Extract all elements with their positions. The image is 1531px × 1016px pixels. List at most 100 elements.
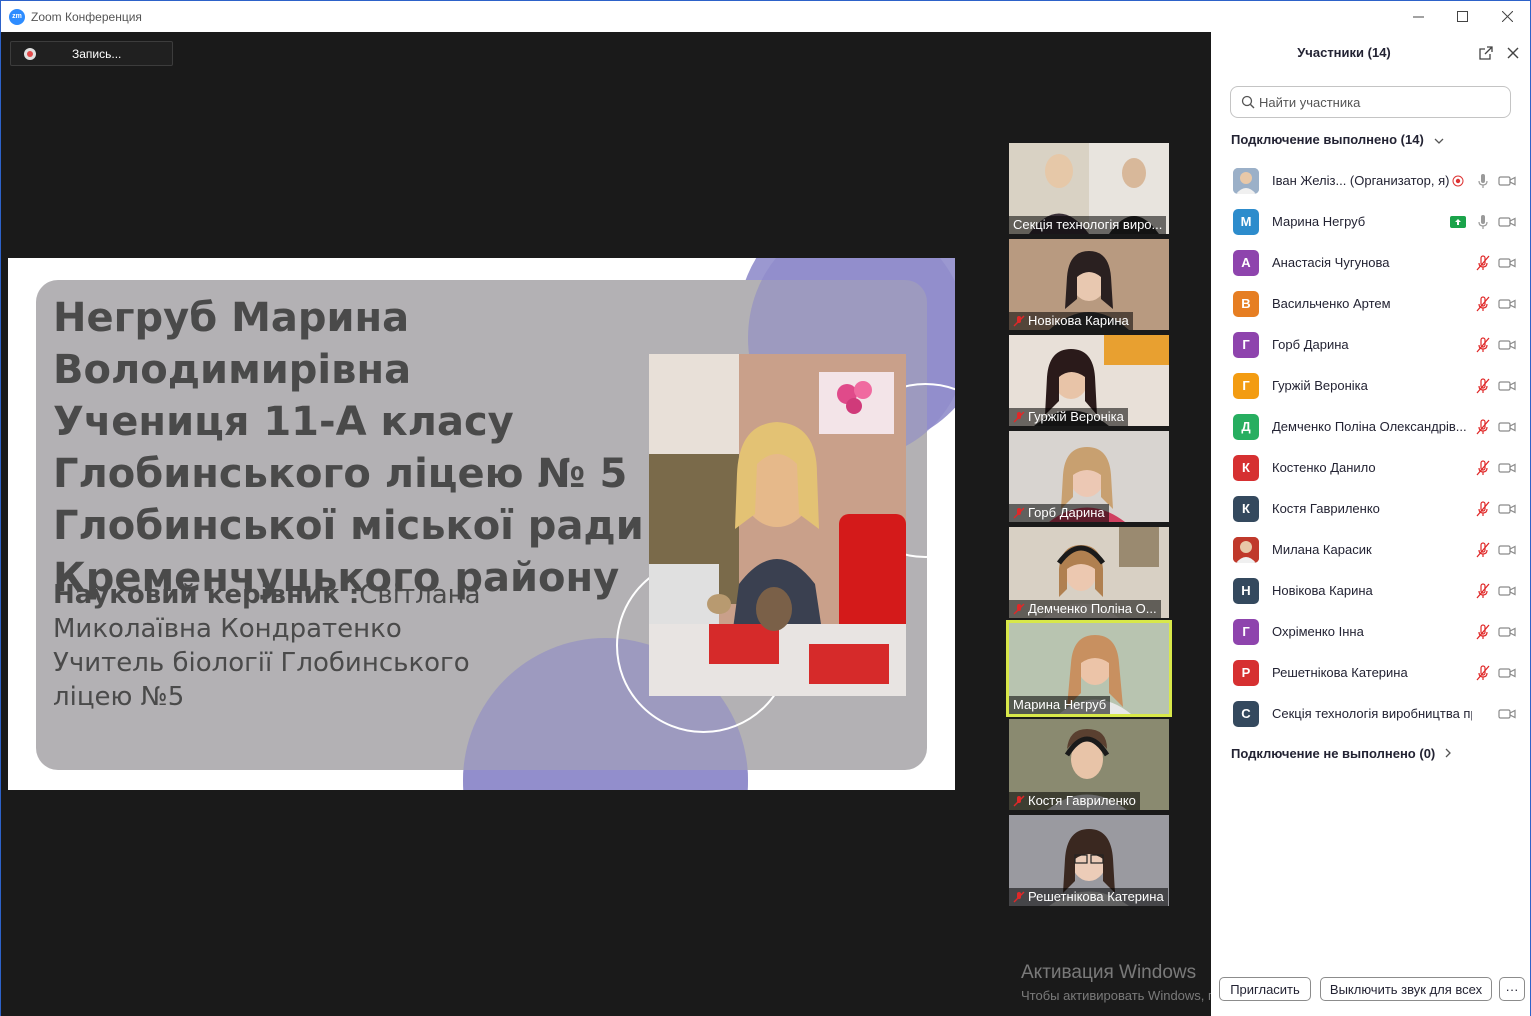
connected-header-label: Подключение выполнено (14) — [1231, 132, 1424, 147]
video-thumbnail[interactable]: Гуржій Вероніка — [1009, 335, 1169, 426]
not-connected-section-header[interactable]: Подключение не выполнено (0) — [1231, 746, 1452, 761]
zoom-logo-icon: zm — [9, 8, 25, 25]
invite-button[interactable]: Пригласить — [1219, 977, 1311, 1001]
avatar — [1233, 167, 1259, 194]
zoom-window: zm Zoom Конференция Запись... Негруб Мар… — [0, 0, 1531, 1016]
mic-icon[interactable] — [1474, 213, 1492, 231]
camera-icon[interactable] — [1498, 295, 1516, 313]
camera-icon[interactable] — [1498, 254, 1516, 272]
camera-icon[interactable] — [1498, 541, 1516, 559]
participant-name: Гуржій Вероніка — [1272, 378, 1368, 393]
camera-icon[interactable] — [1498, 172, 1516, 190]
mic-muted-icon[interactable] — [1474, 664, 1492, 682]
video-thumbnail[interactable]: Новікова Карина — [1009, 239, 1169, 330]
thumbnail-label: Костя Гавриленко — [1009, 792, 1140, 810]
camera-icon[interactable] — [1498, 705, 1516, 723]
thumbnail-label: Горб Дарина — [1009, 504, 1109, 522]
slide-supervisor: Науковий керівник :Світлана Миколаївна К… — [53, 578, 513, 714]
participant-search[interactable] — [1230, 86, 1511, 118]
panel-footer: Пригласить Выключить звук для всех ··· — [1211, 977, 1530, 1003]
participant-name: Костенко Данило — [1272, 460, 1376, 475]
participant-row[interactable]: Г Охріменко Інна — [1211, 611, 1530, 652]
participants-panel: Участники (14) Подключение выполнено (14… — [1211, 32, 1530, 1016]
mic-muted-icon[interactable] — [1474, 500, 1492, 518]
mic-muted-icon — [1013, 795, 1025, 807]
thumbnail-name: Гуржій Вероніка — [1028, 409, 1124, 424]
camera-icon[interactable] — [1498, 664, 1516, 682]
video-thumbnail[interactable]: Демченко Поліна О... — [1009, 527, 1169, 618]
mic-muted-icon[interactable] — [1474, 295, 1492, 313]
participant-row[interactable]: М Марина Негруб — [1211, 201, 1530, 242]
participant-row[interactable]: А Анастасія Чугунова — [1211, 242, 1530, 283]
mic-muted-icon[interactable] — [1474, 541, 1492, 559]
search-input[interactable] — [1259, 94, 1499, 110]
camera-icon[interactable] — [1498, 418, 1516, 436]
search-icon — [1241, 95, 1255, 109]
thumbnail-label: Решетнікова Катерина — [1009, 888, 1168, 906]
thumbnail-name: Секція технологія виро... — [1013, 217, 1163, 232]
camera-icon[interactable] — [1498, 336, 1516, 354]
participant-name: Милана Карасик — [1272, 542, 1372, 557]
mic-icon[interactable] — [1474, 172, 1492, 190]
participant-row[interactable]: Милана Карасик — [1211, 529, 1530, 570]
participant-row[interactable]: Д Демченко Поліна Олександрів... — [1211, 406, 1530, 447]
thumbnail-name: Решетнікова Катерина — [1028, 889, 1164, 904]
camera-icon[interactable] — [1498, 213, 1516, 231]
video-thumbnail[interactable]: Костя Гавриленко — [1009, 719, 1169, 810]
maximize-icon[interactable] — [1439, 1, 1485, 32]
not-connected-header-label: Подключение не выполнено (0) — [1231, 746, 1436, 761]
record-icon — [24, 47, 36, 60]
minimize-icon[interactable] — [1395, 1, 1441, 32]
recording-label: Запись... — [72, 46, 122, 61]
participant-row[interactable]: Р Решетнікова Катерина — [1211, 652, 1530, 693]
avatar: Г — [1233, 372, 1259, 399]
window-title: Zoom Конференция — [31, 9, 142, 24]
more-options-button[interactable]: ··· — [1499, 977, 1525, 1001]
participant-name: Горб Дарина — [1272, 337, 1349, 352]
avatar: А — [1233, 249, 1259, 276]
thumbnail-name: Горб Дарина — [1028, 505, 1105, 520]
participant-row[interactable]: В Васильченко Артем — [1211, 283, 1530, 324]
recording-icon — [1449, 172, 1467, 190]
shared-slide: Негруб Марина Володимирівна Учениця 11-А… — [8, 258, 955, 790]
screen-share-icon — [1449, 213, 1467, 231]
chevron-right-icon — [1445, 747, 1452, 761]
participant-row[interactable]: Г Горб Дарина — [1211, 324, 1530, 365]
recording-badge[interactable]: Запись... — [10, 41, 173, 66]
mic-muted-icon[interactable] — [1474, 254, 1492, 272]
camera-icon[interactable] — [1498, 459, 1516, 477]
participant-row[interactable]: К Костя Гавриленко — [1211, 488, 1530, 529]
thumbnail-label: Новікова Карина — [1009, 312, 1133, 330]
mic-muted-icon[interactable] — [1474, 623, 1492, 641]
connected-section-header[interactable]: Подключение выполнено (14) — [1231, 132, 1444, 147]
participant-name: Анастасія Чугунова — [1272, 255, 1390, 270]
camera-icon[interactable] — [1498, 623, 1516, 641]
participant-row[interactable]: Г Гуржій Вероніка — [1211, 365, 1530, 406]
camera-icon[interactable] — [1498, 377, 1516, 395]
mute-all-button[interactable]: Выключить звук для всех — [1320, 977, 1492, 1001]
participant-row[interactable]: Н Новікова Карина — [1211, 570, 1530, 611]
participant-row[interactable]: К Костенко Данило — [1211, 447, 1530, 488]
avatar: Н — [1233, 577, 1259, 604]
close-icon[interactable] — [1504, 44, 1522, 62]
participant-row[interactable]: С Секція технологія виробництва про... — [1211, 693, 1530, 734]
video-thumbnail[interactable]: Горб Дарина — [1009, 431, 1169, 522]
mic-muted-icon[interactable] — [1474, 582, 1492, 600]
camera-icon[interactable] — [1498, 582, 1516, 600]
participant-row[interactable]: Іван Желіз... (Организатор, я) — [1211, 160, 1530, 201]
active-speaker-thumbnail[interactable]: Марина Негруб — [1006, 620, 1172, 717]
teacher-line: Учитель біології Глобинського ліцею №5 — [53, 648, 470, 712]
heading-line: Негруб Марина Володимирівна — [53, 295, 412, 393]
mic-muted-icon[interactable] — [1474, 336, 1492, 354]
popout-icon[interactable] — [1477, 44, 1495, 62]
mic-muted-icon[interactable] — [1474, 459, 1492, 477]
mic-muted-icon[interactable] — [1474, 418, 1492, 436]
avatar: К — [1233, 495, 1259, 522]
avatar: С — [1233, 700, 1259, 727]
video-thumbnail[interactable]: Решетнікова Катерина — [1009, 815, 1169, 906]
video-thumbnail[interactable]: Секція технологія виро... — [1009, 143, 1169, 234]
camera-icon[interactable] — [1498, 500, 1516, 518]
mic-muted-icon[interactable] — [1474, 377, 1492, 395]
avatar: Г — [1233, 618, 1259, 645]
close-icon[interactable] — [1484, 1, 1530, 32]
